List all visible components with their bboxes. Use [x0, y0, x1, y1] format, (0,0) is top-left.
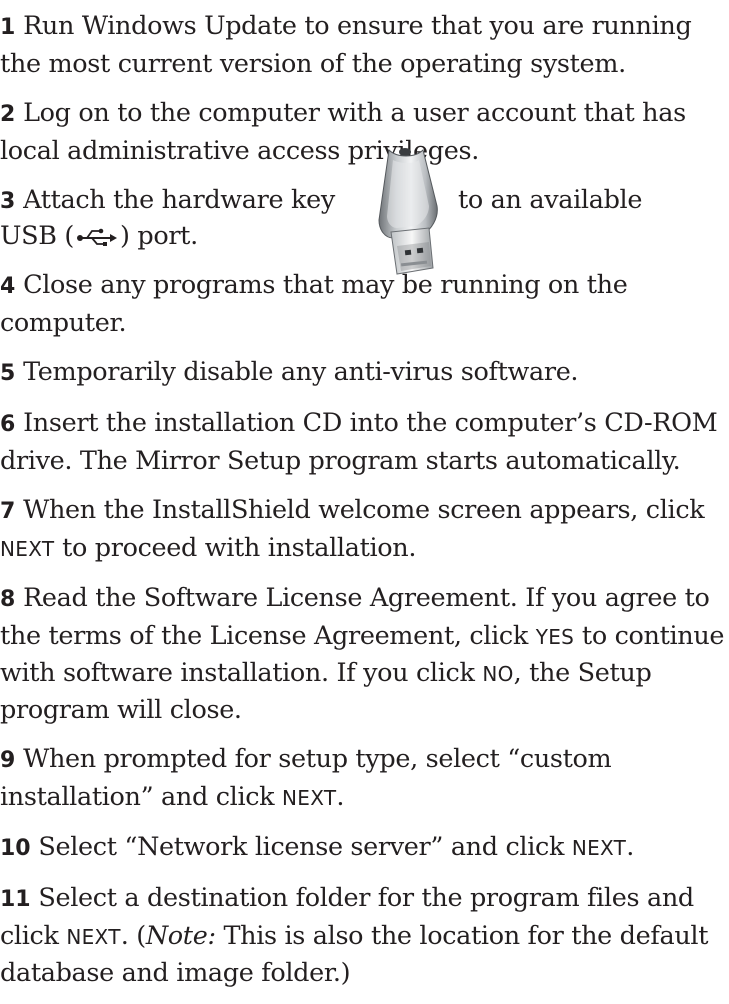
step-number: 10 — [0, 836, 31, 861]
step-10: 10 Select “Network license server” and c… — [0, 829, 729, 867]
step-7: 7 When the InstallShield welcome screen … — [0, 492, 729, 567]
step-number: 11 — [0, 887, 31, 912]
step-text: Temporarily disable any anti-virus softw… — [23, 357, 579, 387]
step-text: Attach the hardware key — [23, 185, 335, 215]
step-text: Run Windows Update to ensure that you ar… — [0, 11, 692, 79]
next-keyword: NEXT — [571, 836, 627, 860]
step-number: 1 — [0, 15, 16, 40]
next-keyword: NEXT — [66, 925, 121, 949]
step-3-line-1: 3 Attach the hardware key — [0, 182, 335, 220]
step-number: 2 — [0, 102, 16, 127]
step-3: 3 Attach the hardware key to an availabl… — [0, 148, 729, 275]
step-1: 1 Run Windows Update to ensure that you … — [0, 8, 729, 82]
note-label: Note: — [145, 921, 216, 951]
step-8: 8 Read the Software License Agreement. I… — [0, 580, 729, 728]
step-number: 5 — [0, 361, 16, 386]
step-text: . — [626, 832, 634, 862]
step-text: When the InstallShield welcome screen ap… — [23, 495, 705, 525]
step-4: 4 Close any programs that may be running… — [0, 267, 729, 341]
step-5: 5 Temporarily disable any anti-virus sof… — [0, 354, 729, 392]
no-keyword: NO — [482, 662, 514, 686]
step-3-line-1-end: to an available — [458, 185, 643, 215]
step-number: 3 — [0, 189, 16, 214]
step-9: 9 When prompted for setup type, select “… — [0, 741, 729, 816]
step-text: Insert the installation CD into the comp… — [0, 408, 718, 476]
step-number: 4 — [0, 274, 16, 299]
step-text: to proceed with installation. — [62, 533, 417, 563]
installation-steps: 1 Run Windows Update to ensure that you … — [0, 8, 729, 1004]
step-text: . ( — [120, 921, 146, 951]
next-keyword: NEXT — [0, 537, 55, 561]
step-text: Select “Network license server” and clic… — [38, 832, 565, 862]
step-text: Log on to the computer with a user accou… — [0, 98, 686, 166]
step-number: 6 — [0, 412, 16, 437]
step-text: USB ( — [0, 221, 75, 251]
yes-keyword: YES — [535, 625, 575, 649]
step-text: . — [336, 782, 345, 812]
step-number: 7 — [0, 499, 16, 524]
step-3-line-2: USB ( ) port. — [0, 218, 198, 254]
step-number: 9 — [0, 748, 16, 773]
step-text: Close any programs that may be running o… — [0, 270, 628, 338]
step-2: 2 Log on to the computer with a user acc… — [0, 95, 729, 169]
next-keyword: NEXT — [282, 786, 337, 810]
step-6: 6 Insert the installation CD into the co… — [0, 405, 729, 479]
usb-symbol-icon — [77, 228, 118, 246]
step-number: 8 — [0, 587, 16, 612]
usb-hardware-key-icon — [378, 148, 438, 275]
step-11: 11 Select a destination folder for the p… — [0, 880, 729, 991]
step-text: ) port. — [120, 221, 198, 251]
